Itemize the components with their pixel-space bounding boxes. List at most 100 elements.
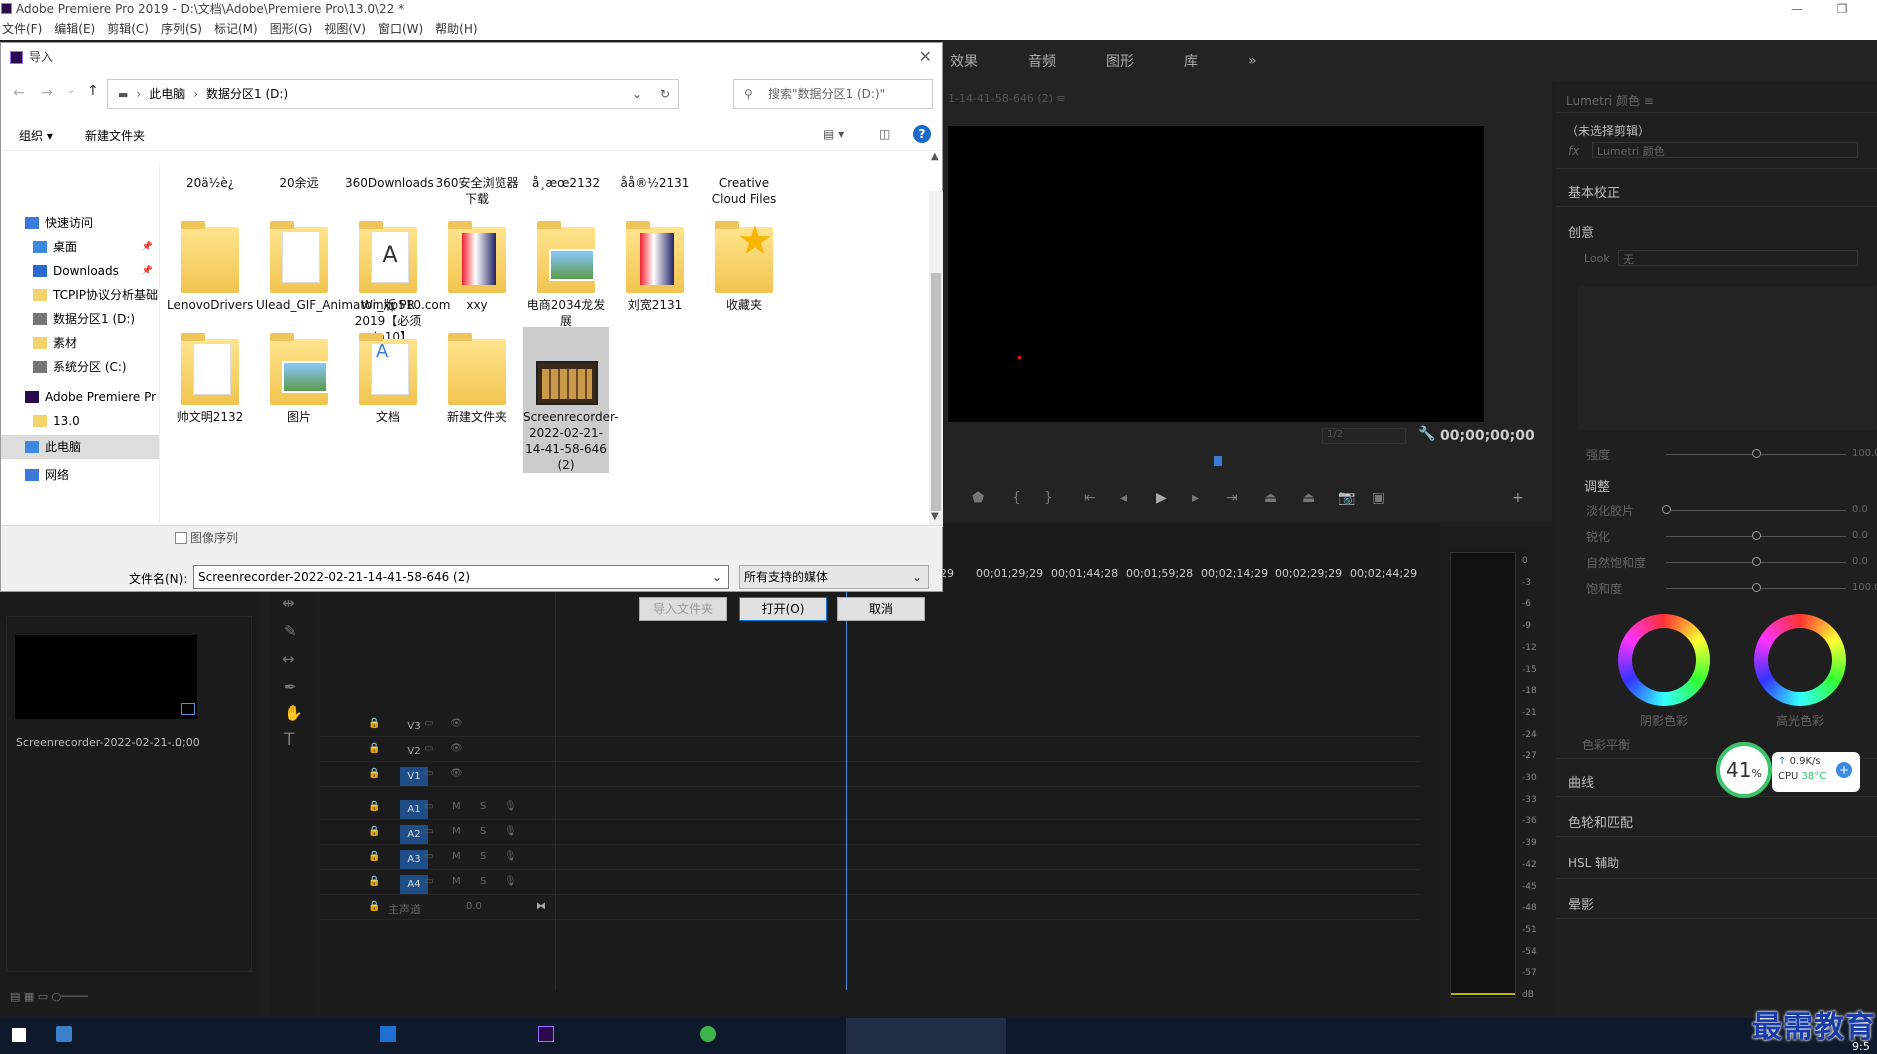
sharpen-slider[interactable] xyxy=(1752,531,1761,540)
add-button-icon[interactable]: + xyxy=(1512,490,1524,506)
file-item[interactable]: 图片 xyxy=(256,327,342,425)
file-item[interactable]: 20ä½è¿ xyxy=(167,173,253,191)
track-a1[interactable]: 🔒 A1 ▭ M S 🎙 xyxy=(320,796,1420,820)
nav-item[interactable]: 此电脑 xyxy=(1,435,159,459)
tab-graphics[interactable]: 图形 xyxy=(1106,51,1134,71)
chevron-down-icon[interactable]: ⌄ xyxy=(912,566,922,588)
maximize-button[interactable]: ❐ xyxy=(1822,0,1862,18)
file-item[interactable]: 电商2034龙发展 xyxy=(523,215,609,329)
address-bar[interactable]: ▬ › 此电脑 › 数据分区1 (D:) ⌄ ↻ xyxy=(107,79,679,109)
sharpen-value[interactable]: 0.0 xyxy=(1852,530,1868,541)
track-v3[interactable]: 🔒 V3 ▭ 👁 xyxy=(320,713,1420,737)
shadow-tint-wheel[interactable] xyxy=(1618,614,1710,706)
color-wheels-header[interactable]: 色轮和匹配 xyxy=(1568,812,1633,831)
taskbar-app-icon[interactable] xyxy=(56,1026,72,1042)
mute-button[interactable]: M xyxy=(452,851,461,862)
go-to-out-icon[interactable]: ⇥ xyxy=(1226,490,1238,506)
lock-icon[interactable]: 🔒 xyxy=(368,901,380,912)
mic-icon[interactable]: 🎙 xyxy=(504,851,517,862)
program-timecode[interactable]: 00;00;00;00 xyxy=(1440,428,1535,444)
faded-film-value[interactable]: 0.0 xyxy=(1852,504,1868,515)
nav-item[interactable]: 数据分区1 (D:) xyxy=(1,307,159,331)
lock-icon[interactable]: 🔒 xyxy=(368,876,380,887)
adjust-header[interactable]: 调整 xyxy=(1584,476,1610,495)
cancel-button[interactable]: 取消 xyxy=(837,597,925,621)
hand-icon[interactable]: ✋ xyxy=(284,704,303,722)
lock-icon[interactable]: 🔒 xyxy=(368,718,380,729)
import-folder-button[interactable]: 导入文件夹 xyxy=(639,597,727,621)
file-item[interactable]: 360安全浏览器下载 xyxy=(434,173,520,207)
resolution-select[interactable]: 1/2 xyxy=(1322,428,1406,444)
preview-pane-icon[interactable]: ◫ xyxy=(879,127,890,141)
timeline-playhead[interactable] xyxy=(846,592,847,990)
nav-item[interactable]: 素材 xyxy=(1,331,159,355)
new-folder-button[interactable]: 新建文件夹 xyxy=(85,127,145,144)
wrench-icon[interactable]: 🔧 xyxy=(1418,426,1435,442)
plus-icon[interactable]: + xyxy=(1836,762,1852,778)
nav-item[interactable]: Downloads 📌 xyxy=(1,259,159,283)
file-item[interactable]: åå®½2131 xyxy=(612,173,698,191)
minimize-button[interactable]: — xyxy=(1777,0,1817,18)
chevron-down-icon[interactable]: ⌄ xyxy=(712,566,722,588)
file-item[interactable]: LenovoDrivers xyxy=(167,215,253,313)
tab-effects[interactable]: 效果 xyxy=(950,51,978,71)
up-arrow-icon[interactable]: ↑ xyxy=(87,83,99,99)
camera-icon[interactable]: 📷 xyxy=(1338,490,1355,506)
scrollbar-thumb[interactable] xyxy=(931,273,941,511)
nav-item[interactable]: TCPIP协议分析基础 xyxy=(1,283,159,307)
premiere-taskbar-icon[interactable] xyxy=(538,1026,554,1042)
address-dropdown-icon[interactable]: ⌄ xyxy=(632,80,642,108)
master-value[interactable]: 0.0 xyxy=(466,901,482,912)
look-select[interactable]: 无 xyxy=(1618,250,1858,266)
lock-icon[interactable]: 🔒 xyxy=(368,851,380,862)
nav-item[interactable]: 快速访问 xyxy=(1,211,159,235)
lock-icon[interactable]: 🔒 xyxy=(368,743,380,754)
breadcrumb-drive[interactable]: 数据分区1 (D:) xyxy=(206,87,288,101)
breadcrumb-pc[interactable]: 此电脑 xyxy=(149,87,185,101)
highlight-tint-wheel[interactable] xyxy=(1754,614,1846,706)
curves-header[interactable]: 曲线 xyxy=(1568,772,1594,791)
sync-icon[interactable]: ▭ xyxy=(424,826,433,837)
sync-icon[interactable]: ▭ xyxy=(424,876,433,887)
go-to-edge-icon[interactable]: ⧓ xyxy=(536,901,546,912)
file-item[interactable]: 20余远 xyxy=(256,173,342,191)
go-to-in-icon[interactable]: ⇤ xyxy=(1084,490,1096,506)
mic-icon[interactable]: 🎙 xyxy=(504,876,517,887)
taskbar-active-app[interactable] xyxy=(846,1018,1006,1054)
file-item[interactable]: Screenrecorder-2022-02-21-14-41-58-646 (… xyxy=(523,327,618,473)
compare-icon[interactable]: ▣ xyxy=(1372,490,1385,506)
back-arrow-icon[interactable]: ← xyxy=(13,85,25,101)
pin-icon[interactable]: 📌 xyxy=(142,235,153,259)
menu-sequence[interactable]: 序列(S) xyxy=(161,18,202,40)
type-icon[interactable]: T xyxy=(284,730,294,750)
tab-audio[interactable]: 音频 xyxy=(1028,51,1056,71)
file-item[interactable]: 帅文明2132 xyxy=(167,327,253,425)
taskbar-app-icon[interactable] xyxy=(380,1026,396,1042)
checkbox-box[interactable] xyxy=(175,532,187,544)
file-item[interactable]: A Win版 PR 2019【必须win10】 xyxy=(345,215,431,345)
mic-icon[interactable]: 🎙 xyxy=(504,826,517,837)
forward-arrow-icon[interactable]: → xyxy=(41,85,53,101)
out-point-icon[interactable]: } xyxy=(1044,490,1053,506)
mute-button[interactable]: M xyxy=(452,876,461,887)
track-a4[interactable]: 🔒 A4 ▭ M S 🎙 xyxy=(320,871,1420,895)
saturation-slider[interactable] xyxy=(1752,583,1761,592)
filetype-select[interactable]: 所有支持的媒体 ⌄ xyxy=(739,565,929,589)
slip-icon[interactable]: ↔ xyxy=(282,650,295,668)
step-back-icon[interactable]: ◂ xyxy=(1120,490,1127,506)
clip-thumbnail[interactable] xyxy=(15,635,197,719)
file-item[interactable]: xxy xyxy=(434,215,520,313)
file-item[interactable]: Ulead_GIF_Animator_xp510.com xyxy=(256,215,450,313)
faded-film-slider[interactable] xyxy=(1662,505,1671,514)
solo-button[interactable]: S xyxy=(480,826,486,837)
menu-view[interactable]: 视图(V) xyxy=(324,18,366,40)
menu-file[interactable]: 文件(F) xyxy=(2,18,42,40)
marker-icon[interactable]: ⬟ xyxy=(972,490,984,506)
file-item[interactable]: ★ 收藏夹 xyxy=(701,215,787,313)
solo-button[interactable]: S xyxy=(480,801,486,812)
lock-icon[interactable]: 🔒 xyxy=(368,826,380,837)
file-item[interactable]: 刘宽2131 xyxy=(612,215,698,313)
search-input[interactable]: ⚲ 搜索"数据分区1 (D:)" xyxy=(733,79,933,109)
track-a3[interactable]: 🔒 A3 ▭ M S 🎙 xyxy=(320,846,1420,870)
help-icon[interactable]: ? xyxy=(913,125,931,143)
